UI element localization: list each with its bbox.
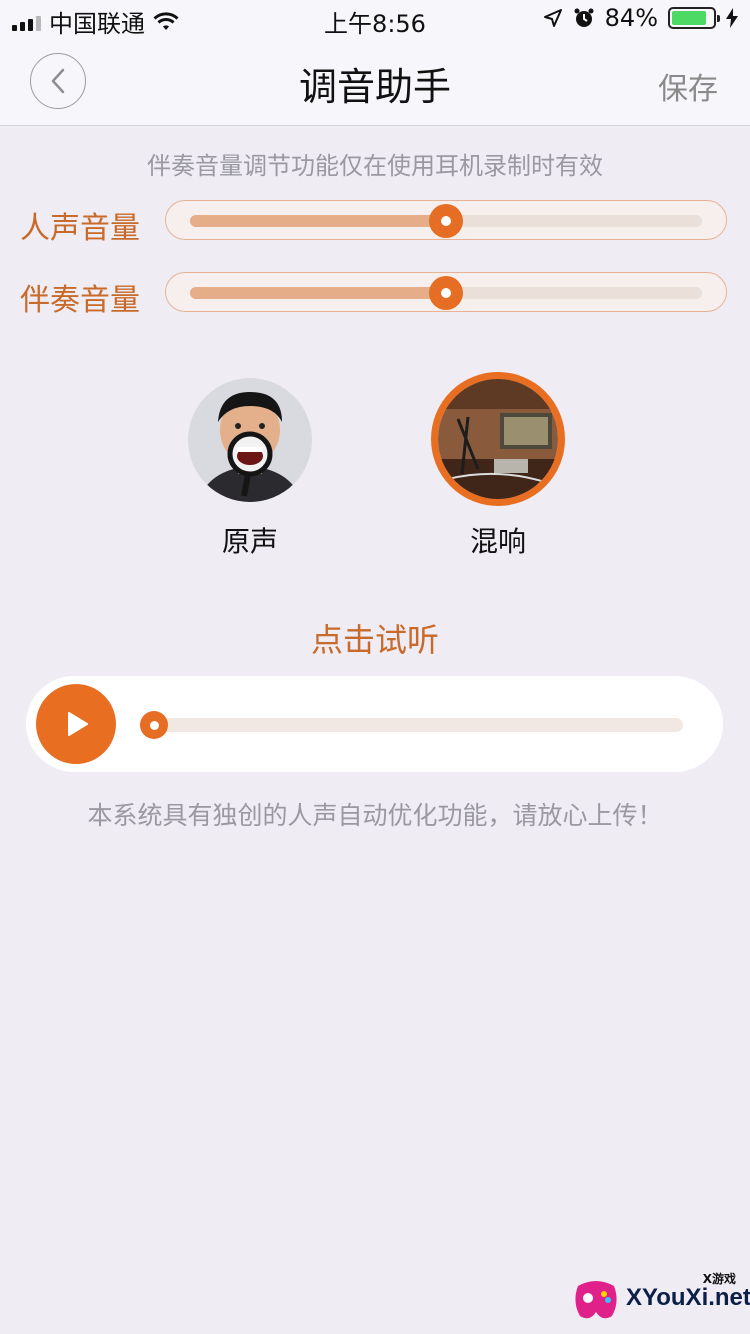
- effect-original[interactable]: 原声: [180, 378, 320, 560]
- save-button[interactable]: 保存: [658, 64, 718, 108]
- slider-track: [190, 276, 702, 310]
- play-icon: [68, 712, 88, 736]
- effect-reverb-label: 混响: [469, 525, 526, 558]
- original-voice-avatar[interactable]: [188, 378, 312, 502]
- vocal-volume-row: 人声音量: [20, 200, 730, 246]
- charging-icon: [726, 8, 738, 28]
- slider-handle[interactable]: [429, 204, 463, 238]
- vocal-volume-slider[interactable]: [165, 200, 727, 240]
- battery-icon: [668, 7, 720, 29]
- slider-track: [190, 204, 702, 238]
- play-button[interactable]: [36, 684, 116, 764]
- preview-player: [26, 676, 723, 772]
- watermark: XYouXi.net X游戏: [572, 1270, 750, 1326]
- singer-face-icon: [188, 378, 312, 502]
- slider-handle[interactable]: [429, 276, 463, 310]
- gamepad-logo-icon: [575, 1281, 617, 1319]
- watermark-sub: X游戏: [702, 1272, 736, 1286]
- nav-bar: 调音助手 保存: [0, 36, 750, 126]
- reverb-avatar[interactable]: [431, 372, 565, 506]
- vocal-volume-label: 人声音量: [20, 211, 140, 246]
- battery-percent: 84%: [604, 4, 658, 32]
- studio-room-icon: [438, 379, 558, 499]
- location-icon: [543, 9, 562, 27]
- status-right: 84%: [543, 4, 738, 32]
- playback-progress-bar[interactable]: [140, 711, 683, 739]
- headphone-hint: 伴奏音量调节功能仅在使用耳机录制时有效: [147, 152, 603, 180]
- accompaniment-volume-slider[interactable]: [165, 272, 727, 312]
- effect-reverb[interactable]: 混响: [428, 372, 568, 560]
- page-title: 调音助手: [298, 65, 451, 109]
- alarm-icon: [574, 8, 594, 27]
- watermark-text: XYouXi.net: [626, 1284, 750, 1311]
- status-bar: 中国联通 上午8:56 84%: [0, 0, 750, 38]
- playback-handle[interactable]: [140, 711, 168, 739]
- optimization-note: 本系统具有独创的人声自动优化功能，请放心上传！: [87, 801, 663, 830]
- effect-original-label: 原声: [221, 525, 278, 558]
- accompaniment-volume-row: 伴奏音量: [20, 272, 730, 318]
- preview-title: 点击试听: [310, 621, 439, 659]
- accompaniment-volume-label: 伴奏音量: [20, 283, 140, 318]
